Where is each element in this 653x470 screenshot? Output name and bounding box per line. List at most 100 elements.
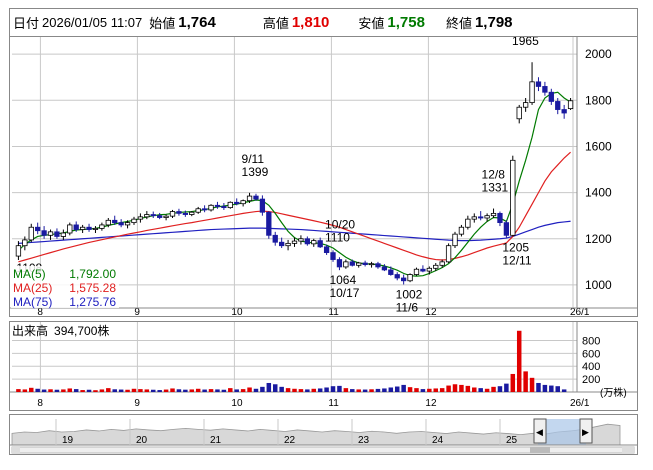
candle-body: [221, 206, 227, 209]
volume-bar: [555, 386, 560, 392]
volume-bar: [118, 389, 124, 392]
volume-bar: [433, 388, 438, 392]
annotation-label: 9/11: [242, 152, 265, 166]
candle-body: [227, 201, 233, 209]
x-tick-label: 12: [425, 398, 437, 409]
candle-body: [368, 263, 375, 266]
volume-bar: [407, 387, 413, 392]
volume-bar: [459, 384, 464, 392]
candle-body: [362, 262, 368, 266]
candle-body: [150, 214, 156, 217]
navigator-scroll-thumb[interactable]: [530, 447, 550, 453]
volume-bar: [189, 389, 195, 392]
open-value: 1,764: [178, 14, 216, 31]
candle-body: [561, 109, 567, 114]
annotation-label: 10/20: [325, 217, 355, 231]
volume-bar: [504, 383, 509, 392]
candle-body: [67, 224, 73, 234]
candle-body: [433, 264, 439, 269]
candle-body: [99, 224, 105, 229]
navigator-label: 20: [136, 435, 148, 446]
candle-body: [445, 245, 452, 263]
volume-bar: [22, 389, 28, 392]
price-chart[interactable]: 1000120014001600180020008910111226/11108…: [10, 9, 637, 318]
volume-bar: [215, 389, 220, 392]
volume-bar: [523, 371, 528, 392]
y-tick-label: 1600: [585, 139, 612, 153]
volume-bar: [144, 389, 150, 392]
candle-body: [131, 218, 137, 224]
candle-body: [253, 195, 259, 200]
low-value: 1,758: [387, 14, 425, 31]
volume-bar: [427, 388, 432, 392]
candle-body: [214, 204, 221, 207]
volume-bar: [202, 389, 207, 392]
legend-ma75-value: 1,275.76: [69, 295, 116, 309]
candle-body: [137, 216, 144, 220]
candle-body: [105, 219, 111, 226]
volume-bar: [420, 389, 426, 392]
volume-bar: [247, 387, 252, 392]
annotation-label: 1064: [329, 273, 356, 287]
candle-body: [298, 238, 304, 242]
candle-body: [291, 240, 298, 244]
candle-body: [452, 233, 458, 247]
volume-bar: [465, 385, 471, 392]
candle-body: [124, 222, 131, 226]
annotation-label: 1002: [396, 287, 423, 301]
candle-body: [182, 212, 188, 215]
volume-title-value: 394,700株: [54, 323, 109, 338]
volume-bar: [446, 385, 451, 392]
volume-bar: [35, 388, 40, 392]
chevron-right-icon: ▶: [582, 427, 589, 437]
candle-body: [490, 212, 497, 217]
volume-bar: [67, 388, 73, 392]
navigator-chart[interactable]: 19 20 21 22 23 24 25 ◀ ▶: [10, 415, 637, 454]
candle-body: [272, 234, 278, 243]
candle-body: [516, 106, 522, 120]
candle-body: [86, 226, 92, 230]
candle-body: [112, 219, 118, 224]
x-tick-label: 26/1: [570, 398, 590, 409]
y-tick-label: 1000: [585, 278, 612, 292]
volume-bar: [195, 388, 201, 392]
candle-body: [394, 274, 400, 279]
candle-body: [54, 231, 60, 237]
open-label: 始値: [149, 16, 176, 31]
volume-title: 出来高 394,700株: [12, 323, 109, 338]
volume-bar: [472, 387, 477, 392]
volume-bar: [388, 387, 394, 392]
candle-body: [47, 231, 54, 236]
candle-body: [259, 198, 266, 213]
chevron-left-icon: ◀: [536, 427, 543, 437]
volume-bar: [382, 388, 387, 392]
candle-body: [144, 214, 150, 218]
volume-tick-label: 400: [582, 361, 600, 373]
candle-body: [535, 81, 542, 87]
scroll-left-button[interactable]: [12, 447, 20, 453]
volume-panel: 200 400 600 800 8 9 10 11 12 26/1 出来高 394,700株 (万株): [9, 321, 638, 411]
range-navigator[interactable]: 19 20 21 22 23 24 25 ◀ ▶: [9, 414, 638, 455]
candle-body: [157, 215, 163, 218]
y-tick-label: 2000: [585, 47, 612, 61]
volume-bar: [253, 388, 259, 392]
candle-body: [510, 159, 516, 236]
volume-bar: [29, 387, 34, 392]
y-tick-label: 1800: [585, 93, 612, 107]
candle-body: [420, 268, 426, 272]
candle-body: [118, 222, 124, 226]
volume-tick-label: 200: [582, 374, 600, 386]
navigator-right-handle[interactable]: ▶: [579, 418, 593, 444]
candle-body: [176, 211, 182, 214]
legend-ma25-label: MA(25): [13, 281, 52, 295]
volume-bar: [317, 388, 323, 392]
volume-chart[interactable]: 200400600800 8 9 10 11 12 26/1 出来高 394,700株 (万株): [10, 322, 637, 410]
volume-bar: [362, 389, 368, 392]
annotation-label: 12/11: [502, 254, 531, 268]
navigator-left-handle[interactable]: ◀: [533, 418, 547, 444]
candle-body: [555, 101, 561, 110]
scroll-right-button[interactable]: [622, 447, 634, 453]
volume-bar: [478, 388, 483, 392]
candle-body: [401, 277, 407, 282]
x-tick-label: 10: [231, 398, 243, 409]
